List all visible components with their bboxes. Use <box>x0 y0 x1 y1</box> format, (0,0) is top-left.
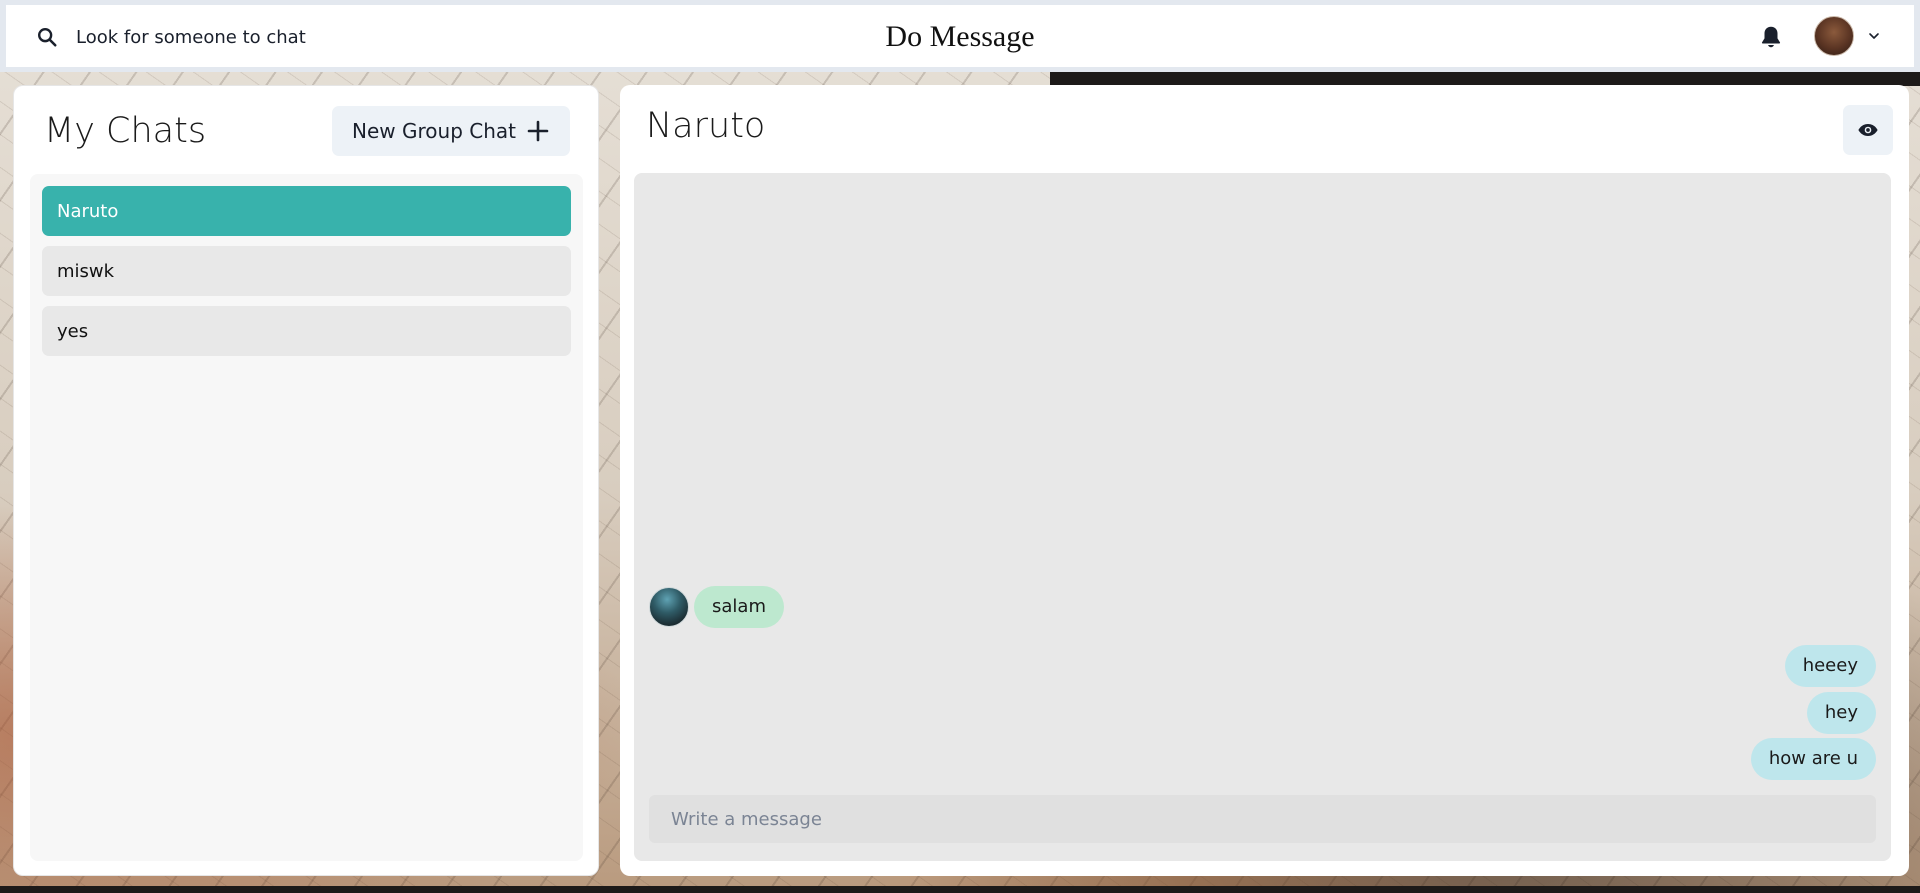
chat-list-item-label: yes <box>57 320 89 342</box>
chat-list-item-label: miswk <box>57 260 115 282</box>
message-input[interactable] <box>649 795 1876 843</box>
message-bubble: how are u <box>1750 738 1876 780</box>
profile-menu-button[interactable] <box>1814 16 1882 56</box>
new-group-chat-label: New Group Chat <box>352 119 516 143</box>
my-chats-title: My Chats <box>44 111 207 151</box>
chat-list: Naruto miswk yes <box>30 174 583 861</box>
my-chats-header: My Chats New Group Chat <box>44 105 570 157</box>
app-title: Do Message <box>885 20 1035 53</box>
bell-icon[interactable] <box>1758 24 1784 50</box>
top-bar-inner: Look for someone to chat Do Message <box>6 5 1914 67</box>
chat-list-item-yes[interactable]: yes <box>42 306 571 356</box>
outgoing-message: how are u <box>1750 738 1876 780</box>
incoming-message: salam <box>649 586 784 628</box>
plus-icon <box>527 120 549 142</box>
outgoing-message: heeey <box>1784 645 1876 687</box>
chat-list-item-miswk[interactable]: miswk <box>42 246 571 296</box>
chat-list-item-label: Naruto <box>57 200 119 222</box>
top-bar: Look for someone to chat Do Message <box>0 0 1920 72</box>
chevron-down-icon <box>1869 33 1879 39</box>
conversation-panel: Naruto salam heeey hey how are u <box>620 85 1909 876</box>
outgoing-message: hey <box>1806 692 1876 734</box>
chat-list-item-naruto[interactable]: Naruto <box>42 186 571 236</box>
message-bubble: hey <box>1806 692 1876 734</box>
view-profile-button[interactable] <box>1843 105 1893 155</box>
message-bubble: heeey <box>1784 645 1876 687</box>
eye-icon <box>1858 124 1878 136</box>
sender-avatar[interactable] <box>649 587 689 627</box>
new-group-chat-button[interactable]: New Group Chat <box>332 106 570 156</box>
message-area[interactable]: salam heeey hey how are u <box>634 173 1891 861</box>
message-bubble: salam <box>694 586 784 628</box>
avatar <box>1814 16 1854 56</box>
my-chats-panel: My Chats New Group Chat Naruto miswk yes <box>13 85 599 876</box>
conversation-title: Naruto <box>646 106 766 146</box>
